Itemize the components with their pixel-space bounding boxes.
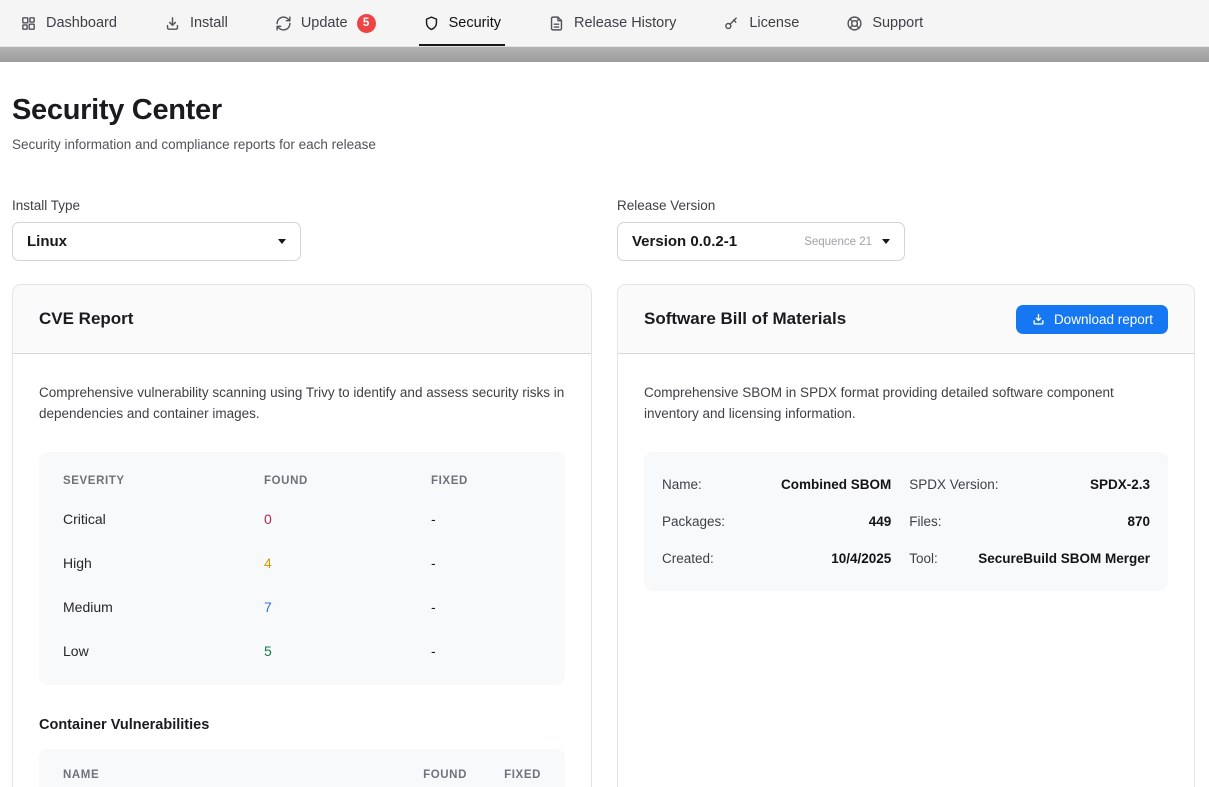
table-row-medium: Medium 7 -: [63, 585, 541, 629]
found-count: 7: [264, 599, 431, 615]
detail-value: SecureBuild SBOM Merger: [978, 551, 1150, 566]
dashboard-grid-icon: [20, 15, 37, 32]
severity-label: Critical: [63, 511, 264, 527]
sbom-card: Software Bill of Materials Download repo…: [617, 284, 1195, 787]
col-severity: SEVERITY: [63, 475, 264, 487]
table-row-critical: Critical 0 -: [63, 497, 541, 541]
nav-label: Update: [301, 15, 348, 31]
table-row-high: High 4 -: [63, 541, 541, 585]
col-name: NAME: [63, 769, 381, 781]
release-version-select[interactable]: Version 0.0.2-1 Sequence 21: [617, 222, 905, 261]
sbom-detail-created: Created: 10/4/2025: [662, 540, 891, 577]
nav-item-release-history[interactable]: Release History: [544, 0, 680, 46]
page-subtitle: Security information and compliance repo…: [12, 137, 1195, 152]
download-icon: [164, 15, 181, 32]
install-type-label: Install Type: [12, 198, 301, 213]
col-fixed: FIXED: [483, 769, 541, 781]
detail-label: Files:: [909, 514, 941, 529]
nav-item-dashboard[interactable]: Dashboard: [16, 0, 121, 46]
sbom-card-header: Software Bill of Materials Download repo…: [618, 285, 1194, 354]
sbom-description: Comprehensive SBOM in SPDX format provid…: [644, 382, 1168, 425]
install-type-filter: Install Type Linux: [12, 198, 301, 261]
install-type-value: Linux: [27, 233, 67, 250]
found-count: 4: [264, 555, 431, 571]
fixed-count: -: [431, 511, 541, 527]
found-count: 0: [264, 511, 431, 527]
nav-item-security[interactable]: Security: [419, 0, 505, 46]
detail-label: Packages:: [662, 514, 725, 529]
sbom-detail-files: Files: 870: [909, 503, 1150, 540]
lifebuoy-icon: [846, 15, 863, 32]
cards-row: CVE Report Comprehensive vulnerability s…: [12, 284, 1195, 787]
sbom-detail-tool: Tool: SecureBuild SBOM Merger: [909, 540, 1150, 577]
fixed-count: -: [431, 555, 541, 571]
severity-label: Low: [63, 643, 264, 659]
container-vulnerabilities-title: Container Vulnerabilities: [39, 717, 565, 733]
detail-label: Name:: [662, 477, 702, 492]
sequence-badge: Sequence 21: [804, 236, 890, 248]
download-icon: [1031, 312, 1046, 327]
sbom-card-body: Comprehensive SBOM in SPDX format provid…: [618, 354, 1194, 619]
severity-table: SEVERITY FOUND FIXED Critical 0 - High 4…: [39, 452, 565, 685]
nav-label: License: [749, 15, 799, 31]
filters-row: Install Type Linux Release Version Versi…: [12, 198, 1195, 261]
cve-card-header: CVE Report: [13, 285, 591, 354]
sbom-details-panel: Name: Combined SBOM SPDX Version: SPDX-2…: [644, 452, 1168, 591]
detail-value: 449: [869, 514, 892, 529]
release-version-value: Version 0.0.2-1: [632, 233, 737, 250]
page-divider-band: [0, 47, 1209, 62]
cve-card-body: Comprehensive vulnerability scanning usi…: [13, 354, 591, 787]
nav-item-license[interactable]: License: [719, 0, 803, 46]
download-report-button[interactable]: Download report: [1016, 305, 1168, 334]
top-navigation: Dashboard Install Update 5 Security Rele…: [0, 0, 1209, 47]
cve-card-title: CVE Report: [39, 309, 133, 329]
table-row-low: Low 5 -: [63, 629, 541, 673]
fixed-count: -: [431, 599, 541, 615]
nav-label: Release History: [574, 15, 676, 31]
nav-label: Support: [872, 15, 923, 31]
sbom-detail-packages: Packages: 449: [662, 503, 891, 540]
severity-table-header: SEVERITY FOUND FIXED: [63, 469, 541, 497]
container-table-header: NAME FOUND FIXED: [63, 769, 541, 781]
nav-label: Security: [449, 15, 501, 31]
container-vulnerabilities-table: NAME FOUND FIXED: [39, 749, 565, 787]
cve-description: Comprehensive vulnerability scanning usi…: [39, 382, 565, 425]
severity-label: Medium: [63, 599, 264, 615]
sbom-detail-name: Name: Combined SBOM: [662, 466, 891, 503]
refresh-icon: [275, 15, 292, 32]
release-version-filter: Release Version Version 0.0.2-1 Sequence…: [617, 198, 905, 261]
col-found: FOUND: [397, 769, 467, 781]
shield-icon: [423, 15, 440, 32]
main-content: Security Center Security information and…: [0, 94, 1209, 787]
detail-value: 10/4/2025: [831, 551, 891, 566]
found-count: 5: [264, 643, 431, 659]
fixed-count: -: [431, 643, 541, 659]
nav-label: Dashboard: [46, 15, 117, 31]
detail-value: Combined SBOM: [781, 477, 891, 492]
update-count-badge: 5: [357, 14, 376, 33]
detail-value: 870: [1127, 514, 1150, 529]
detail-label: Created:: [662, 551, 714, 566]
col-found: FOUND: [264, 475, 431, 487]
nav-label: Install: [190, 15, 228, 31]
nav-item-support[interactable]: Support: [842, 0, 927, 46]
page-title: Security Center: [12, 94, 1195, 127]
install-type-select[interactable]: Linux: [12, 222, 301, 261]
nav-item-install[interactable]: Install: [160, 0, 232, 46]
release-version-label: Release Version: [617, 198, 905, 213]
chevron-down-icon: [278, 239, 286, 244]
download-report-label: Download report: [1054, 312, 1153, 327]
sbom-detail-spdx-version: SPDX Version: SPDX-2.3: [909, 466, 1150, 503]
detail-label: SPDX Version:: [909, 477, 998, 492]
sbom-card-title: Software Bill of Materials: [644, 309, 846, 329]
col-fixed: FIXED: [431, 475, 541, 487]
detail-value: SPDX-2.3: [1090, 477, 1150, 492]
detail-label: Tool:: [909, 551, 938, 566]
chevron-down-icon: [882, 239, 890, 244]
document-icon: [548, 15, 565, 32]
key-icon: [723, 15, 740, 32]
cve-report-card: CVE Report Comprehensive vulnerability s…: [12, 284, 592, 787]
nav-item-update[interactable]: Update 5: [271, 0, 380, 46]
severity-label: High: [63, 555, 264, 571]
